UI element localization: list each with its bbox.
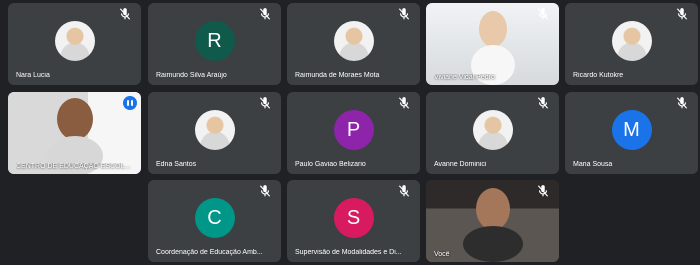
mic-off-icon: [536, 96, 550, 110]
participant-name: Ricardo Kutokre: [573, 72, 624, 79]
mic-off-icon: [536, 184, 550, 198]
participant-avatar: [194, 110, 235, 150]
participant-tile[interactable]: Você: [426, 180, 559, 262]
mic-off-icon: [675, 7, 689, 21]
participant-tile[interactable]: Ricardo Kutokre: [565, 3, 698, 85]
participant-avatar: [472, 110, 513, 150]
mic-off-icon: [397, 7, 411, 21]
participant-tile[interactable]: P Paulo Gaviao Belizario: [287, 92, 420, 174]
avatar-initial: S: [346, 206, 361, 229]
participant-name: Paulo Gaviao Belizario: [295, 161, 366, 168]
avatar-initial: C: [207, 206, 222, 229]
participant-avatar: [54, 21, 95, 61]
participant-tile[interactable]: Raimunda de Moraes Mota: [287, 3, 420, 85]
participant-name: Coordenação de Educação Amb...: [156, 249, 263, 256]
participant-name: CENTRO DE EDUCAÇÃO ESCOL...: [16, 163, 131, 170]
mic-off-icon: [258, 184, 272, 198]
participant-tile[interactable]: S Supervisão de Modalidades e Di...: [287, 180, 420, 262]
speaking-indicator-icon: [123, 96, 137, 110]
participant-tile[interactable]: Nara Lucia: [8, 3, 141, 85]
participant-avatar: R: [194, 21, 235, 61]
participant-tile[interactable]: CENTRO DE EDUCAÇÃO ESCOL...: [8, 92, 141, 174]
participant-name: Maria Sousa: [573, 161, 613, 168]
participant-name: Avanne Dominici: [434, 161, 487, 168]
participant-name: Viviane Vidal Pedro: [434, 74, 495, 81]
mic-off-icon: [397, 184, 411, 198]
mic-off-icon: [675, 96, 689, 110]
participant-name: Supervisão de Modalidades e Di...: [295, 249, 402, 256]
participant-tile[interactable]: R Raimundo Silva Araújo: [148, 3, 281, 85]
participant-tile[interactable]: C Coordenação de Educação Amb...: [148, 180, 281, 262]
participant-name: Você: [434, 251, 450, 258]
participant-tile[interactable]: Edna Santos: [148, 92, 281, 174]
mic-off-icon: [397, 96, 411, 110]
participant-tile[interactable]: Avanne Dominici: [426, 92, 559, 174]
participant-avatar: M: [611, 110, 652, 150]
mic-off-icon: [118, 7, 132, 21]
participant-name: Nara Lucia: [16, 72, 50, 79]
participant-avatar: S: [333, 198, 374, 238]
participant-tile[interactable]: Viviane Vidal Pedro: [426, 3, 559, 85]
mic-off-icon: [258, 96, 272, 110]
mic-off-icon: [536, 7, 550, 21]
avatar-initial: M: [623, 118, 640, 141]
participant-tile[interactable]: M Maria Sousa: [565, 92, 698, 174]
participant-avatar: P: [333, 110, 374, 150]
participant-name: Edna Santos: [156, 161, 197, 168]
participant-avatar: [611, 21, 652, 61]
avatar-initial: P: [346, 118, 361, 141]
avatar-initial: R: [207, 29, 222, 52]
participant-avatar: C: [194, 198, 235, 238]
participant-name: Raimundo Silva Araújo: [156, 72, 227, 79]
participant-video: [8, 92, 141, 174]
participant-avatar: [333, 21, 374, 61]
mic-off-icon: [258, 7, 272, 21]
participant-name: Raimunda de Moraes Mota: [295, 72, 380, 79]
